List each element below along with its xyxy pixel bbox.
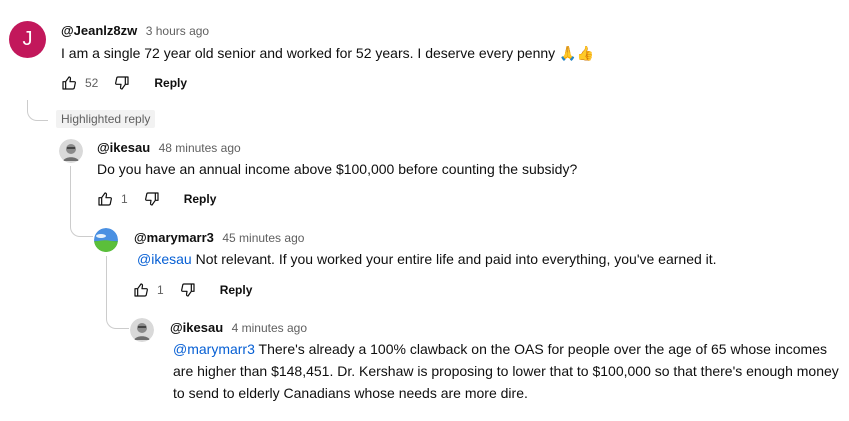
- comment-time[interactable]: 4 minutes ago: [232, 321, 307, 335]
- mention-link[interactable]: @marymarr3: [173, 341, 255, 357]
- comment-actions: 52 Reply: [61, 74, 187, 92]
- like-count: 52: [85, 76, 99, 90]
- comment-text: I am a single 72 year old senior and wor…: [61, 42, 594, 64]
- comment-header: @marymarr3 45 minutes ago: [134, 229, 304, 247]
- comment-actions: 1 Reply: [133, 281, 252, 299]
- thumb-up-icon[interactable]: [97, 191, 113, 207]
- comment-text: @marymarr3 There's already a 100% clawba…: [173, 338, 843, 404]
- comment-line: are higher than $148,451. Dr. Kershaw is…: [173, 363, 839, 379]
- comment-text: @ikesau Not relevant. If you worked your…: [137, 248, 717, 270]
- comment-body: I am a single 72 year old senior and wor…: [61, 45, 556, 61]
- comment-body: Not relevant. If you worked your entire …: [191, 251, 717, 267]
- reply-button[interactable]: Reply: [184, 192, 217, 206]
- avatar[interactable]: [94, 228, 118, 252]
- reply-button[interactable]: Reply: [154, 76, 187, 90]
- comment-time[interactable]: 45 minutes ago: [222, 231, 304, 245]
- comment-header: @ikesau 48 minutes ago: [97, 139, 241, 157]
- reply-button[interactable]: Reply: [220, 283, 253, 297]
- comment-emoji: 🙏👍: [559, 45, 594, 61]
- avatar[interactable]: [130, 318, 154, 342]
- comment-header: @Jeanlz8zw 3 hours ago: [61, 22, 209, 40]
- thread-connector: [106, 256, 129, 329]
- highlighted-reply-badge: Highlighted reply: [56, 110, 156, 128]
- thumb-down-icon[interactable]: [144, 191, 160, 207]
- like-count: 1: [157, 283, 164, 297]
- mention-link[interactable]: @ikesau: [137, 251, 192, 267]
- like-count: 1: [121, 192, 128, 206]
- comment-line: to send to elderly Canadians whose needs…: [173, 385, 528, 401]
- comment-line: @marymarr3 There's already a 100% clawba…: [173, 338, 843, 360]
- comment-author[interactable]: @ikesau: [170, 320, 223, 335]
- thread-connector: [70, 166, 93, 237]
- comment-header: @ikesau 4 minutes ago: [170, 319, 307, 337]
- comment-body: There's already a 100% clawback on the O…: [254, 341, 827, 357]
- comment-text: Do you have an annual income above $100,…: [97, 161, 578, 177]
- avatar-letter: J: [22, 28, 33, 50]
- comment-time[interactable]: 3 hours ago: [146, 24, 209, 38]
- comment-author[interactable]: @ikesau: [97, 140, 150, 155]
- comment-time[interactable]: 48 minutes ago: [159, 141, 241, 155]
- comment-author[interactable]: @Jeanlz8zw: [61, 23, 137, 38]
- thread-connector: [27, 100, 48, 121]
- comment-author[interactable]: @marymarr3: [134, 230, 214, 245]
- thumb-down-icon[interactable]: [114, 75, 130, 91]
- avatar[interactable]: [59, 139, 83, 163]
- thumb-down-icon[interactable]: [180, 282, 196, 298]
- thumb-up-icon[interactable]: [61, 75, 77, 91]
- comment-actions: 1 Reply: [97, 190, 216, 208]
- thumb-up-icon[interactable]: [133, 282, 149, 298]
- avatar[interactable]: J: [9, 21, 46, 58]
